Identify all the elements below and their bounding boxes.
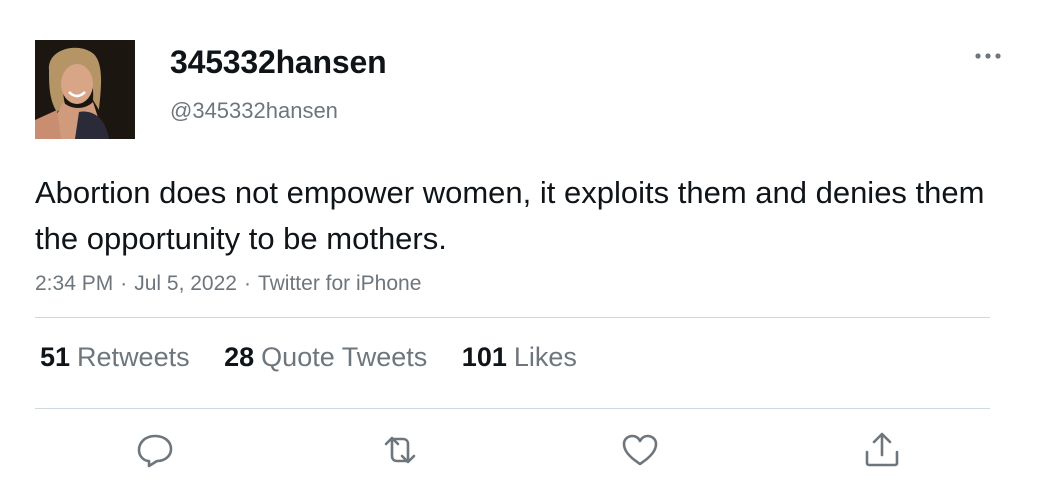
- meta-separator: ·: [243, 272, 251, 295]
- avatar-photo: [35, 40, 135, 139]
- retweets-count: 51: [40, 342, 71, 372]
- tweet-text: Abortion does not empower women, it expl…: [35, 175, 985, 256]
- share-button[interactable]: [862, 430, 902, 470]
- like-button[interactable]: [620, 430, 660, 470]
- share-icon: [865, 432, 899, 467]
- engagement-stats: 51 Retweets 28 Quote Tweets 101 Likes: [40, 342, 604, 373]
- more-options-button[interactable]: [968, 42, 1008, 70]
- reply-icon: [137, 434, 173, 468]
- more-horizontal-icon: [975, 53, 1001, 59]
- retweets-label: Retweets: [77, 342, 190, 372]
- tweet-time[interactable]: 2:34 PM: [35, 272, 113, 295]
- quote-tweets-label: Quote Tweets: [261, 342, 428, 372]
- heart-icon: [622, 434, 658, 466]
- likes-count: 101: [461, 342, 507, 372]
- divider: [35, 317, 990, 318]
- likes-stat[interactable]: 101 Likes: [462, 342, 577, 372]
- meta-separator: ·: [120, 272, 128, 295]
- retweet-icon: [384, 436, 416, 464]
- retweet-button[interactable]: [380, 430, 420, 470]
- quote-tweets-count: 28: [224, 342, 255, 372]
- display-name[interactable]: 345332hansen: [170, 44, 387, 81]
- likes-label: Likes: [513, 342, 577, 372]
- retweets-stat[interactable]: 51 Retweets: [40, 342, 190, 372]
- tweet-meta: 2:34 PM · Jul 5, 2022 · Twitter for iPhone: [35, 272, 421, 296]
- divider: [35, 408, 990, 409]
- quote-tweets-stat[interactable]: 28 Quote Tweets: [224, 342, 427, 372]
- tweet-source[interactable]: Twitter for iPhone: [258, 272, 421, 295]
- tweet-date[interactable]: Jul 5, 2022: [134, 272, 237, 295]
- avatar[interactable]: [35, 40, 135, 139]
- user-handle[interactable]: @345332hansen: [170, 98, 338, 124]
- reply-button[interactable]: [135, 430, 175, 470]
- tweet-card: 345332hansen @345332hansen Abortion does…: [0, 0, 1050, 480]
